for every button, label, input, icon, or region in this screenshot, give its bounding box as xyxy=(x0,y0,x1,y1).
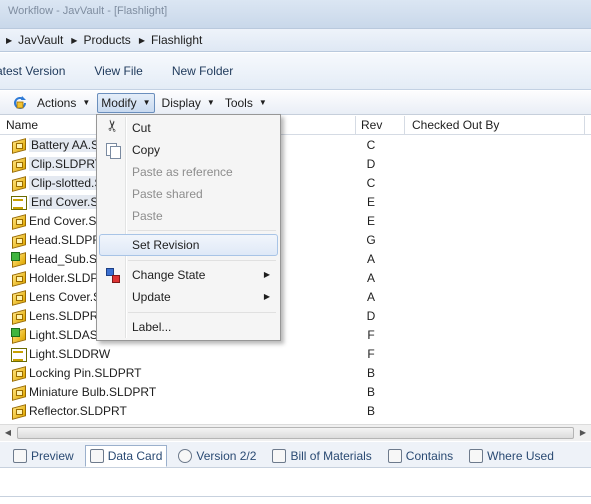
detail-tabs: Preview Data Card Version 2/2 Bill of Ma… xyxy=(0,442,591,468)
column-divider[interactable] xyxy=(404,116,405,135)
column-header-checked-out-by[interactable]: Checked Out By xyxy=(412,118,499,132)
breadcrumb-arrow-icon[interactable]: ▶ xyxy=(71,36,77,45)
modify-menu: Cut Copy Paste as reference Paste shared… xyxy=(96,114,281,341)
menu-item-cut[interactable]: Cut xyxy=(99,117,278,139)
chevron-down-icon: ▼ xyxy=(142,98,151,107)
list-item[interactable]: Light.SLDASI F xyxy=(0,326,591,345)
list-item[interactable]: Reflector.SLDPRT B xyxy=(0,402,591,421)
menu-item-label[interactable]: Label... xyxy=(99,316,278,338)
breadcrumb-arrow-icon[interactable]: ▶ xyxy=(139,36,145,45)
tab-data-card[interactable]: Data Card xyxy=(84,445,168,467)
cut-icon xyxy=(104,120,120,136)
part-file-icon xyxy=(10,403,26,419)
preview-icon xyxy=(13,449,27,463)
submenu-arrow-icon: ▶ xyxy=(263,270,270,279)
menu-separator xyxy=(128,312,276,313)
menu-item-copy[interactable]: Copy xyxy=(99,139,278,161)
part-file-icon xyxy=(10,384,26,400)
part-file-icon xyxy=(10,175,26,191)
menu-modify[interactable]: Modify ▼ xyxy=(97,92,155,113)
menu-item-set-revision[interactable]: Set Revision xyxy=(99,234,278,256)
list-item[interactable]: Clip-slotted.S C xyxy=(0,174,591,193)
copy-icon xyxy=(104,142,121,159)
column-header-rev[interactable]: Rev xyxy=(361,118,382,132)
view-file-button[interactable]: View File xyxy=(94,64,142,78)
change-state-icon xyxy=(104,267,120,283)
scroll-left-icon[interactable]: ◀ xyxy=(0,425,16,441)
tab-bill-of-materials[interactable]: Bill of Materials xyxy=(267,445,376,467)
menu-display[interactable]: Display ▼ xyxy=(159,93,218,113)
chevron-down-icon: ▼ xyxy=(206,98,215,107)
menu-separator xyxy=(128,260,276,261)
part-file-icon xyxy=(10,137,26,153)
part-file-icon xyxy=(10,289,26,305)
breadcrumb-arrow-icon[interactable]: ▶ xyxy=(6,36,12,45)
where-used-icon xyxy=(469,449,484,463)
menu-item-paste-as-reference[interactable]: Paste as reference xyxy=(99,161,278,183)
part-file-icon xyxy=(10,365,26,381)
horizontal-scrollbar[interactable]: ◀ ▶ xyxy=(0,424,591,441)
file-list: Battery AA.SL C Clip.SLDPRT D Clip-slott… xyxy=(0,136,591,421)
part-file-icon xyxy=(10,308,26,324)
drawing-file-icon xyxy=(10,346,27,362)
submenu-arrow-icon: ▶ xyxy=(263,292,270,301)
part-file-icon xyxy=(10,232,26,248)
assembly-file-icon xyxy=(10,327,26,343)
menu-separator xyxy=(128,230,276,231)
breadcrumb-item-products[interactable]: Products xyxy=(83,33,130,47)
divider xyxy=(0,496,591,497)
scrollbar-thumb[interactable] xyxy=(17,427,574,439)
data-card-icon xyxy=(89,449,104,463)
breadcrumb: ▶ JavVault ▶ Products ▶ Flashlight xyxy=(0,28,591,52)
list-item[interactable]: End Cover.SL E xyxy=(0,212,591,231)
assembly-file-icon xyxy=(10,251,26,267)
breadcrumb-item-vault[interactable]: JavVault xyxy=(18,33,63,47)
get-latest-version-button[interactable]: atest Version xyxy=(0,64,65,78)
bill-of-materials-icon xyxy=(272,449,287,463)
list-item[interactable]: Lens.SLDPRT D xyxy=(0,307,591,326)
tab-preview[interactable]: Preview xyxy=(8,445,79,467)
list-item[interactable]: Locking Pin.SLDPRT B xyxy=(0,364,591,383)
file-list-header: Name Rev Checked Out By xyxy=(0,116,591,135)
list-item[interactable]: Holder.SLDP A xyxy=(0,269,591,288)
list-item[interactable]: End Cover.SL E xyxy=(0,193,591,212)
list-item[interactable]: Battery AA.SL C xyxy=(0,136,591,155)
chevron-down-icon: ▼ xyxy=(258,98,267,107)
tab-where-used[interactable]: Where Used xyxy=(464,445,559,467)
column-divider[interactable] xyxy=(584,116,585,135)
menu-item-change-state[interactable]: Change State ▶ xyxy=(99,264,278,286)
menu-item-paste[interactable]: Paste xyxy=(99,205,278,227)
menu-item-update[interactable]: Update ▶ xyxy=(99,286,278,308)
menu-tools[interactable]: Tools ▼ xyxy=(222,93,270,113)
drawing-file-icon xyxy=(10,194,27,210)
list-item[interactable]: Clip.SLDPRT D xyxy=(0,155,591,174)
column-header-name[interactable]: Name xyxy=(6,118,38,132)
menu-item-paste-shared[interactable]: Paste shared xyxy=(99,183,278,205)
menu-bar: Actions ▼ Modify ▼ Display ▼ Tools ▼ xyxy=(0,91,591,115)
list-item[interactable]: Lens Cover.S A xyxy=(0,288,591,307)
menu-actions[interactable]: Actions ▼ xyxy=(34,93,93,113)
part-file-icon xyxy=(10,213,26,229)
list-item[interactable]: Light.SLDDRW F xyxy=(0,345,591,364)
contains-icon xyxy=(387,449,402,463)
column-divider[interactable] xyxy=(355,116,356,135)
data-card-panel xyxy=(0,468,591,504)
list-item[interactable]: Head_Sub.SL A xyxy=(0,250,591,269)
version-icon xyxy=(178,449,193,463)
part-file-icon xyxy=(10,156,26,172)
breadcrumb-item-flashlight[interactable]: Flashlight xyxy=(151,33,202,47)
part-file-icon xyxy=(10,270,26,286)
new-folder-button[interactable]: New Folder xyxy=(172,64,233,78)
scroll-right-icon[interactable]: ▶ xyxy=(575,425,591,441)
chevron-down-icon: ▼ xyxy=(82,98,91,107)
command-bar: atest Version View File New Folder xyxy=(0,53,591,90)
window-titlebar: Workflow - JavVault - [Flashlight] xyxy=(0,0,591,28)
list-item[interactable]: Head.SLDPRT G xyxy=(0,231,591,250)
list-item[interactable]: Miniature Bulb.SLDPRT B xyxy=(0,383,591,402)
tab-contains[interactable]: Contains xyxy=(383,445,458,467)
refresh-icon[interactable] xyxy=(12,95,28,111)
tab-version[interactable]: Version 2/2 xyxy=(173,445,261,467)
window-title: Workflow - JavVault - [Flashlight] xyxy=(8,5,168,17)
